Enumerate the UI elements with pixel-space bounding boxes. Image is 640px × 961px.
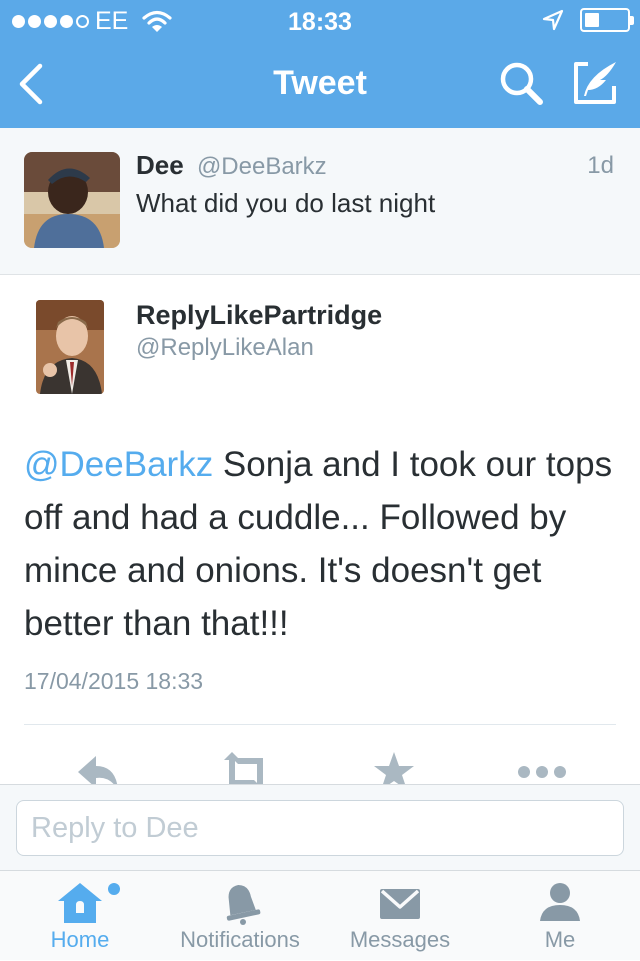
tab-label: Messages [349,927,451,952]
bell-icon [226,884,261,925]
user-photo-icon [24,152,120,248]
tweet-actions [0,746,640,784]
tweet-timestamp: 17/04/2015 18:33 [24,668,204,694]
home-icon [58,883,102,923]
avatar[interactable] [24,152,120,248]
tab-messages[interactable]: Messages [320,871,480,961]
unread-dot [108,883,120,895]
author-handle[interactable]: @ReplyLikeAlan [136,334,314,362]
user-photo-icon [36,300,104,394]
more-dots-icon[interactable] [516,750,568,784]
mention-link[interactable]: @DeeBarkz [24,445,213,484]
author-name[interactable]: Dee [136,150,184,180]
tweet-text: @DeeBarkz Sonja and I took our tops off … [24,438,624,650]
focused-tweet: ReplyLikePartridge @ReplyLikeAlan @DeeBa… [0,276,640,784]
battery-icon [580,8,634,32]
tab-label: Notifications [180,927,300,952]
tab-label: Me [544,927,576,952]
tweet-text: What did you do last night [136,188,436,218]
avatar[interactable] [36,300,104,394]
tab-bar: Home Notifications Messages Me [0,870,640,960]
author-handle[interactable]: @DeeBarkz [197,153,327,180]
favorite-star-icon[interactable] [372,750,416,784]
envelope-icon [380,889,420,919]
tab-me[interactable]: Me [480,871,640,961]
tab-notifications[interactable]: Notifications [160,871,320,961]
reply-input[interactable] [16,800,624,856]
nav-bar: Tweet [0,40,640,128]
author-name[interactable]: ReplyLikePartridge [136,300,382,331]
reply-bar [0,784,640,870]
status-bar: EE 18:33 [0,0,640,40]
person-icon [540,883,580,921]
tweet-age: 1d [587,152,614,179]
compose-tweet-icon[interactable] [570,56,622,108]
app-header: EE 18:33 Tweet [0,0,640,128]
reply-icon[interactable] [74,750,124,784]
tab-home[interactable]: Home [0,871,160,961]
parent-tweet[interactable]: Dee @DeeBarkz 1d What did you do last ni… [0,128,640,275]
search-icon[interactable] [496,58,548,110]
retweet-icon[interactable] [218,750,274,784]
location-arrow-icon [542,9,564,31]
tab-label: Home [50,927,110,952]
divider [24,724,616,725]
